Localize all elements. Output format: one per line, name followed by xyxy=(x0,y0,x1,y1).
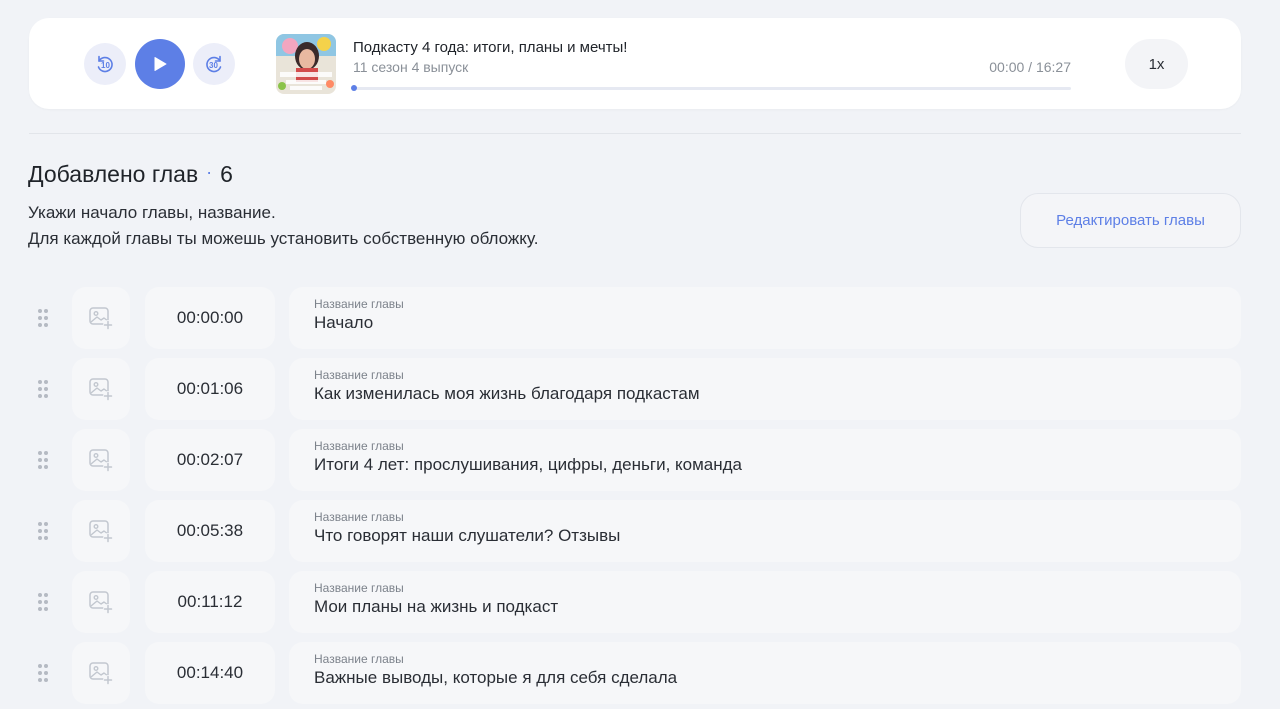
chapter-name-value[interactable]: Как изменилась моя жизнь благодаря подка… xyxy=(314,384,700,404)
play-icon xyxy=(154,57,167,71)
chapter-row: 00:01:06 Название главы Как изменилась м… xyxy=(0,358,1280,420)
rewind-seconds: 10 xyxy=(101,61,110,70)
chapter-name-label: Название главы xyxy=(314,510,404,524)
chapter-row: 00:05:38 Название главы Что говорят наши… xyxy=(0,500,1280,562)
chapters-heading-title: Добавлено глав xyxy=(28,161,199,187)
drag-handle-icon[interactable] xyxy=(36,593,50,611)
description-line-1: Укажи начало главы, название. xyxy=(28,203,276,222)
progress-thumb[interactable] xyxy=(351,85,357,91)
chapter-name-label: Название главы xyxy=(314,368,404,382)
chapter-start-time[interactable]: 00:01:06 xyxy=(145,358,275,420)
cover-artwork xyxy=(276,34,336,94)
drag-handle-icon[interactable] xyxy=(36,451,50,469)
chapter-start-time[interactable]: 00:02:07 xyxy=(145,429,275,491)
chapters-description: Укажи начало главы, название. Для каждой… xyxy=(28,200,538,252)
playback-speed-button[interactable]: 1x xyxy=(1125,39,1188,89)
description-line-2: Для каждой главы ты можешь установить со… xyxy=(28,229,539,248)
episode-subtitle: 11 сезон 4 выпуск xyxy=(353,59,469,75)
chapter-cover-upload[interactable] xyxy=(72,500,130,562)
chapters-heading: Добавлено глав · 6 xyxy=(28,161,233,188)
forward-seconds: 30 xyxy=(209,61,218,70)
chapters-heading-separator: · xyxy=(206,162,213,182)
add-image-icon xyxy=(89,591,113,614)
rewind-10-button[interactable]: 10 xyxy=(84,43,126,85)
chapter-cover-upload[interactable] xyxy=(72,571,130,633)
add-image-icon xyxy=(89,520,113,543)
chapter-name-label: Название главы xyxy=(314,439,404,453)
forward-30-icon: 30 xyxy=(206,55,222,73)
chapter-name-label: Название главы xyxy=(314,297,404,311)
drag-handle-icon[interactable] xyxy=(36,664,50,682)
chapter-name-field[interactable]: Название главы Мои планы на жизнь и подк… xyxy=(289,571,1241,633)
chapter-name-field[interactable]: Название главы Начало xyxy=(289,287,1241,349)
chapter-start-time[interactable]: 00:00:00 xyxy=(145,287,275,349)
chapter-name-label: Название главы xyxy=(314,652,404,666)
chapter-start-time[interactable]: 00:05:38 xyxy=(145,500,275,562)
progress-bar[interactable] xyxy=(351,85,1071,91)
add-image-icon xyxy=(89,449,113,472)
chapter-name-value[interactable]: Итоги 4 лет: прослушивания, цифры, деньг… xyxy=(314,455,742,475)
playback-time: 00:00 / 16:27 xyxy=(989,59,1071,75)
chapter-name-label: Название главы xyxy=(314,581,404,595)
chapter-start-time[interactable]: 00:11:12 xyxy=(145,571,275,633)
section-divider xyxy=(29,133,1241,134)
chapter-name-field[interactable]: Название главы Важные выводы, которые я … xyxy=(289,642,1241,704)
chapter-name-value[interactable]: Начало xyxy=(314,313,373,333)
edit-chapters-button[interactable]: Редактировать главы xyxy=(1020,193,1241,248)
chapter-name-value[interactable]: Мои планы на жизнь и подкаст xyxy=(314,597,558,617)
add-image-icon xyxy=(89,378,113,401)
chapters-count: 6 xyxy=(220,161,233,187)
add-image-icon xyxy=(89,662,113,685)
rewind-10-icon: 10 xyxy=(97,55,113,73)
chapter-name-field[interactable]: Название главы Итоги 4 лет: прослушивани… xyxy=(289,429,1241,491)
chapter-name-value[interactable]: Важные выводы, которые я для себя сделал… xyxy=(314,668,677,688)
chapter-cover-upload[interactable] xyxy=(72,429,130,491)
chapter-name-field[interactable]: Название главы Как изменилась моя жизнь … xyxy=(289,358,1241,420)
chapter-row: 00:11:12 Название главы Мои планы на жиз… xyxy=(0,571,1280,633)
chapter-start-time[interactable]: 00:14:40 xyxy=(145,642,275,704)
audio-player: 10 30 Подкасту 4 года: итоги, планы и ме… xyxy=(29,18,1241,109)
chapter-name-field[interactable]: Название главы Что говорят наши слушател… xyxy=(289,500,1241,562)
chapter-cover-upload[interactable] xyxy=(72,642,130,704)
chapter-cover-upload[interactable] xyxy=(72,358,130,420)
episode-cover xyxy=(276,34,336,94)
drag-handle-icon[interactable] xyxy=(36,522,50,540)
chapter-row: 00:02:07 Название главы Итоги 4 лет: про… xyxy=(0,429,1280,491)
drag-handle-icon[interactable] xyxy=(36,380,50,398)
chapter-name-value[interactable]: Что говорят наши слушатели? Отзывы xyxy=(314,526,620,546)
play-button[interactable] xyxy=(135,39,185,89)
chapter-row: 00:14:40 Название главы Важные выводы, к… xyxy=(0,642,1280,704)
drag-handle-icon[interactable] xyxy=(36,309,50,327)
chapter-row: 00:00:00 Название главы Начало xyxy=(0,287,1280,349)
chapter-cover-upload[interactable] xyxy=(72,287,130,349)
add-image-icon xyxy=(89,307,113,330)
episode-title: Подкасту 4 года: итоги, планы и мечты! xyxy=(353,39,628,56)
forward-30-button[interactable]: 30 xyxy=(193,43,235,85)
